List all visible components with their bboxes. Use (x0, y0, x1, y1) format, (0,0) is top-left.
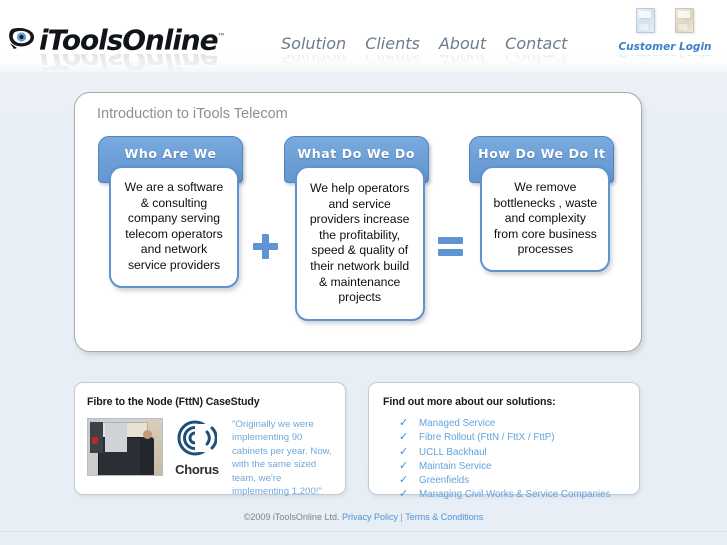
main-navigation: Solution Clients About Contact (281, 34, 567, 53)
list-item[interactable]: ✓ Maintain Service (399, 460, 627, 474)
solution-link-ucll-backhaul[interactable]: UCLL Backhaul (419, 447, 487, 458)
booklet-tan-icon[interactable] (675, 8, 694, 33)
column-who-are-we: Who Are We We are a software & consultin… (95, 136, 250, 288)
navigation-reflection: Solution Clients About Contact (281, 55, 567, 67)
column-how-do-we-do-it: How Do We Do It We remove bottlenecks , … (466, 136, 621, 272)
check-icon: ✓ (399, 459, 409, 472)
box-how-do-we-do-it: We remove bottlenecks , waste and comple… (480, 166, 611, 272)
nav-item-contact[interactable]: Contact (505, 34, 567, 53)
nav-item-clients-reflection: Clients (365, 55, 420, 67)
solution-link-greenfields[interactable]: Greenfields (419, 475, 469, 486)
check-icon: ✓ (399, 431, 409, 444)
nav-item-solution-reflection: Solution (281, 55, 347, 67)
site-header: iToolsOnline™ iToolsOnline Solution Clie… (0, 0, 727, 74)
box-what-do-we-do: We help operators and service providers … (294, 166, 425, 321)
three-column-diagram: Who Are We We are a software & consultin… (95, 136, 621, 321)
operator-plus (250, 234, 281, 259)
check-icon: ✓ (399, 417, 409, 430)
box-who-are-we-text: We are a software & consulting company s… (124, 180, 224, 272)
tab-what-do-we-do-label: What Do We Do (297, 146, 416, 161)
list-item[interactable]: ✓ UCLL Backhaul (399, 445, 627, 459)
nav-item-contact-reflection: Contact (505, 55, 568, 67)
solution-link-fibre-rollout[interactable]: Fibre Rollout (FttN / FttX / FttP) (419, 432, 555, 443)
bottom-cards-row: Fibre to the Node (FttN) CaseStudy Choru… (74, 382, 640, 500)
solutions-heading: Find out more about our solutions: (383, 396, 556, 408)
page-root: iToolsOnline™ iToolsOnline Solution Clie… (0, 0, 727, 545)
list-item[interactable]: ✓ Managing Civil Works & Service Compani… (399, 488, 627, 502)
solution-link-maintain-service[interactable]: Maintain Service (419, 461, 491, 472)
case-study-photo (87, 418, 163, 476)
trademark-symbol: ™ (217, 32, 226, 42)
equals-icon (438, 234, 464, 259)
case-study-heading: Fibre to the Node (FttN) CaseStudy (87, 396, 260, 408)
operator-equals (435, 234, 466, 259)
eye-logo-icon-reflection (8, 54, 38, 74)
site-logo[interactable]: iToolsOnline™ (8, 22, 225, 56)
case-study-body: Chorus "Originally we were implementing … (87, 418, 333, 498)
list-item[interactable]: ✓ Fibre Rollout (FttN / FttX / FttP) (399, 431, 627, 445)
login-icons (613, 8, 717, 33)
solution-link-managing-civil-works[interactable]: Managing Civil Works & Service Companies (419, 489, 610, 500)
logo-wordmark-reflection: iToolsOnline (39, 54, 218, 74)
introduction-panel: Introduction to iTools Telecom Who Are W… (74, 92, 642, 352)
plus-icon (252, 234, 278, 259)
chorus-logo-icon (169, 420, 225, 461)
nav-item-about[interactable]: About (439, 34, 486, 53)
list-item[interactable]: ✓ Greenfields (399, 474, 627, 488)
site-footer: ©2009 iToolsOnline Ltd. Privacy Policy |… (0, 512, 727, 522)
case-study-card: Fibre to the Node (FttN) CaseStudy Choru… (74, 382, 346, 498)
nav-item-solution[interactable]: Solution (281, 34, 346, 53)
customer-login-block: Customer Login Customer Login (613, 8, 717, 63)
tab-how-do-we-do-it-label: How Do We Do It (478, 146, 606, 161)
box-how-do-we-do-it-text: We remove bottlenecks , waste and comple… (493, 180, 598, 257)
privacy-policy-link[interactable]: Privacy Policy (342, 512, 398, 522)
box-who-are-we: We are a software & consulting company s… (109, 166, 239, 288)
client-logo-block: Chorus (169, 418, 225, 477)
check-icon: ✓ (399, 488, 409, 501)
booklet-blue-icon[interactable] (636, 8, 655, 33)
solution-link-managed-service[interactable]: Managed Service (419, 418, 495, 429)
solutions-card: Find out more about our solutions: ✓ Man… (368, 382, 640, 500)
case-study-quote: "Originally we were implementing 90 cabi… (232, 419, 332, 498)
customer-login-reflection: Customer Login (613, 55, 717, 63)
check-icon: ✓ (399, 445, 409, 458)
nav-item-about-reflection: About (438, 55, 487, 67)
tab-who-are-we-label: Who Are We (124, 146, 217, 161)
nav-item-clients[interactable]: Clients (365, 34, 420, 53)
eye-logo-icon (8, 26, 38, 52)
copyright-text: ©2009 iToolsOnline Ltd. (243, 512, 340, 522)
logo-reflection: iToolsOnline (8, 54, 217, 74)
column-what-do-we-do: What Do We Do We help operators and serv… (281, 136, 436, 321)
customer-login-link-reflection: Customer Login (618, 55, 711, 59)
client-name: Chorus (175, 462, 219, 477)
solutions-list: ✓ Managed Service ✓ Fibre Rollout (FttN … (399, 417, 627, 502)
check-icon: ✓ (399, 474, 409, 487)
customer-login-link[interactable]: Customer Login (618, 41, 711, 53)
box-what-do-we-do-text: We help operators and service providers … (309, 181, 410, 305)
terms-conditions-link[interactable]: Terms & Conditions (405, 512, 483, 522)
page-title: Introduction to iTools Telecom (97, 106, 288, 122)
footer-divider (0, 531, 727, 532)
logo-wordmark: iToolsOnline™ (39, 23, 226, 57)
list-item[interactable]: ✓ Managed Service (399, 417, 627, 431)
footer-separator: | (400, 512, 403, 522)
